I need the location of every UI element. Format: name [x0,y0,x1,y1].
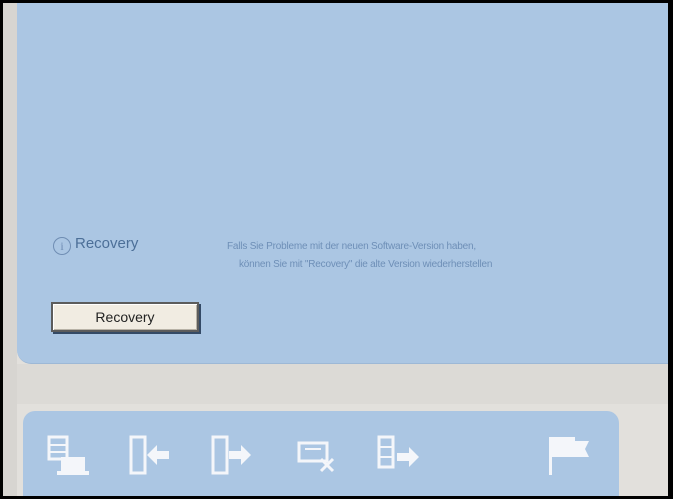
recovery-info: i Recovery Falls Sie Probleme mit der ne… [53,235,663,275]
toolbar [23,411,619,496]
window-frame: i Recovery Falls Sie Probleme mit der ne… [3,3,668,496]
flag-icon[interactable] [545,433,597,477]
export-icon[interactable] [207,433,259,477]
recovery-description: Falls Sie Probleme mit der neuen Softwar… [227,238,667,274]
transfer-icon[interactable] [373,433,425,477]
left-edge [3,3,17,496]
recovery-button[interactable]: Recovery [51,302,199,332]
recovery-description-line1: Falls Sie Probleme mit der neuen Softwar… [227,241,476,252]
main-panel: i Recovery Falls Sie Probleme mit der ne… [17,3,668,364]
recovery-description-line2: können Sie mit "Recovery" die alte Versi… [239,259,493,270]
info-icon: i [53,237,71,255]
disconnect-icon[interactable] [291,433,343,477]
host-computer-icon[interactable] [45,433,97,477]
import-icon[interactable] [125,433,177,477]
divider-band [17,364,668,404]
recovery-title: Recovery [75,235,139,252]
